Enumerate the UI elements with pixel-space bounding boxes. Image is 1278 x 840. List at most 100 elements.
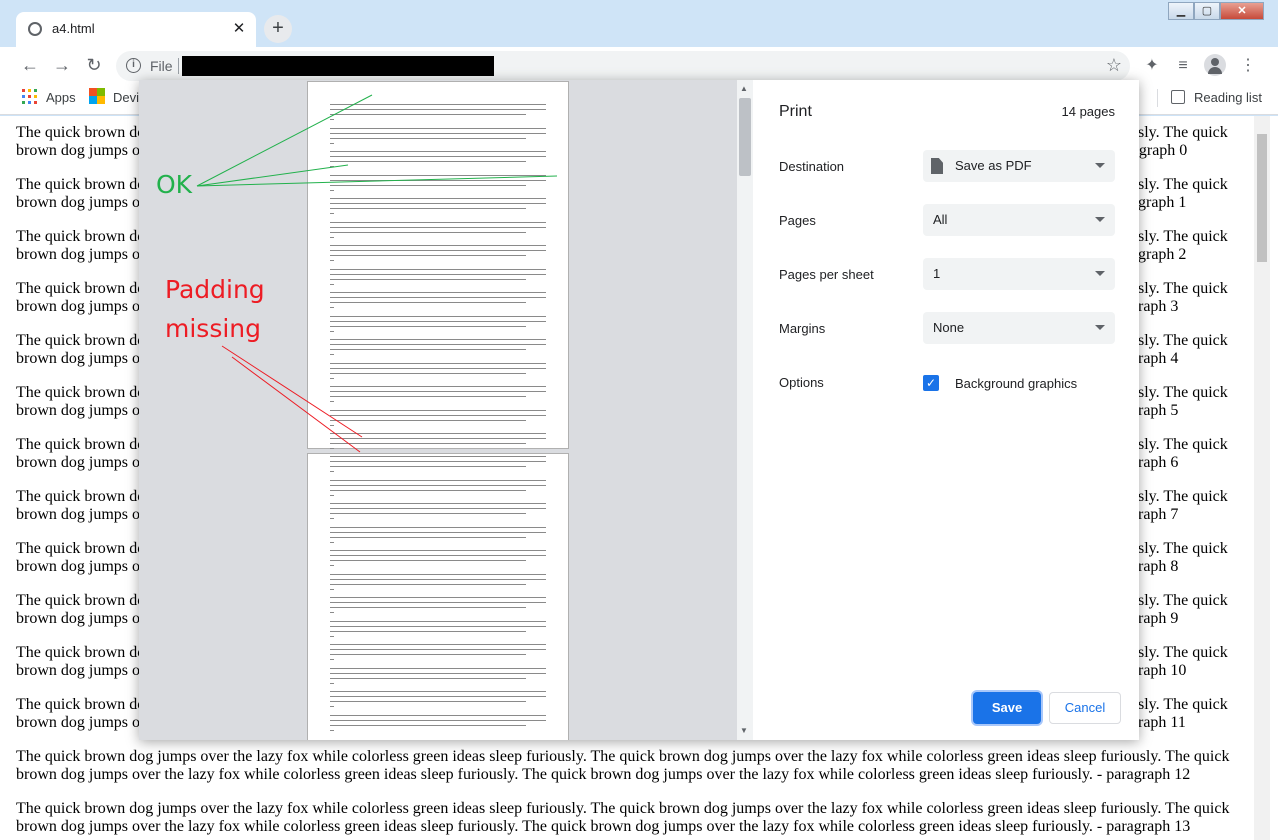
bookmarks-divider bbox=[1157, 89, 1158, 107]
paragraph-number: raph 6 bbox=[1138, 454, 1179, 471]
preview-text-line bbox=[330, 409, 546, 411]
destination-select[interactable]: Save as PDF bbox=[923, 150, 1115, 182]
preview-text-line bbox=[330, 588, 334, 590]
chevron-down-icon bbox=[1095, 217, 1105, 222]
save-button[interactable]: Save bbox=[973, 692, 1041, 724]
info-icon[interactable]: i bbox=[126, 58, 141, 73]
preview-text-line bbox=[330, 419, 526, 421]
cancel-button[interactable]: Cancel bbox=[1049, 692, 1121, 724]
avatar[interactable] bbox=[1204, 54, 1226, 76]
options-label: Options bbox=[779, 375, 824, 390]
paragraph-right-fragment: sly. The quick bbox=[1138, 436, 1228, 453]
margins-value: None bbox=[933, 320, 965, 335]
menu-icon[interactable]: ⋮ bbox=[1238, 56, 1258, 76]
url-redacted[interactable] bbox=[182, 56, 494, 76]
preview-text-line bbox=[330, 724, 526, 726]
preview-scrollbar[interactable]: ▲ ▼ bbox=[737, 80, 753, 740]
bookmark-apps[interactable]: Apps bbox=[46, 90, 76, 105]
preview-text-line bbox=[330, 696, 546, 697]
preview-text-line bbox=[330, 151, 546, 152]
background-graphics-label[interactable]: Background graphics bbox=[955, 376, 1077, 391]
preview-text-line bbox=[330, 484, 546, 486]
preview-scrollbar-thumb[interactable] bbox=[739, 98, 751, 176]
address-bar[interactable]: i File ☆ bbox=[116, 51, 1130, 81]
back-icon[interactable]: ← bbox=[20, 55, 40, 75]
page-scrollbar-thumb[interactable] bbox=[1257, 134, 1267, 262]
paragraph: The quick brown dog jumps over the lazy … bbox=[16, 800, 1246, 836]
preview-text-line bbox=[330, 391, 546, 392]
paragraph-left-fragment: The quick brown do bbox=[16, 540, 146, 557]
preview-text-line bbox=[330, 630, 526, 632]
preview-text-line bbox=[330, 526, 546, 528]
preview-text-line bbox=[330, 330, 334, 332]
preview-text-line bbox=[330, 448, 334, 449]
preview-text-line bbox=[330, 127, 546, 129]
preview-text-line bbox=[330, 377, 334, 379]
bookmark-devices[interactable]: Devi bbox=[113, 90, 139, 105]
preview-text-line bbox=[330, 612, 334, 613]
scroll-down-icon[interactable]: ▼ bbox=[740, 726, 748, 735]
paragraph-left-fragment: brown dog jumps o bbox=[16, 194, 140, 211]
preview-text-line bbox=[330, 682, 334, 684]
paragraph-left-fragment: The quick brown do bbox=[16, 696, 146, 713]
preview-text-line bbox=[330, 349, 526, 350]
paragraph-right-fragment: sly. The quick bbox=[1138, 228, 1228, 245]
scroll-up-icon[interactable]: ▲ bbox=[740, 84, 748, 93]
preview-text-line bbox=[330, 438, 546, 439]
preview-text-line bbox=[330, 137, 526, 139]
tab-a4[interactable]: a4.html ✕ bbox=[16, 12, 256, 47]
preview-text-line bbox=[330, 424, 334, 426]
preview-text-line bbox=[330, 260, 334, 261]
minimize-icon[interactable]: ▁ bbox=[1168, 2, 1194, 20]
close-tab-icon[interactable]: ✕ bbox=[230, 19, 248, 37]
media-queue-icon[interactable]: ≡ bbox=[1173, 56, 1193, 76]
paragraph-number: raph 10 bbox=[1138, 662, 1187, 679]
extensions-icon[interactable]: ✦ bbox=[1142, 56, 1162, 76]
new-tab-button[interactable]: + bbox=[264, 15, 292, 43]
preview-text-line bbox=[330, 278, 526, 280]
preview-text-line bbox=[330, 386, 546, 387]
annotation-padding-line2: missing bbox=[165, 314, 262, 343]
paragraph-number: raph 3 bbox=[1138, 298, 1179, 315]
preview-text-line bbox=[330, 706, 334, 707]
preview-text-line bbox=[330, 691, 546, 692]
paragraph-right-fragment: sly. The quick bbox=[1138, 644, 1228, 661]
preview-text-line bbox=[330, 325, 526, 327]
forward-icon[interactable]: → bbox=[52, 55, 72, 75]
preview-text-line bbox=[330, 508, 546, 509]
chevron-down-icon bbox=[1095, 325, 1105, 330]
background-graphics-checkbox[interactable]: ✓ bbox=[923, 375, 939, 391]
close-icon[interactable]: ✕ bbox=[1220, 2, 1264, 20]
pdf-file-icon bbox=[931, 158, 943, 174]
preview-text-line bbox=[330, 283, 334, 285]
preview-text-line bbox=[330, 307, 334, 308]
preview-text-line bbox=[330, 320, 546, 322]
preview-text-line bbox=[330, 494, 334, 496]
preview-text-line bbox=[330, 245, 546, 246]
window-controls: ▁ ▢ ✕ bbox=[1168, 2, 1264, 20]
margins-select[interactable]: None bbox=[923, 312, 1115, 344]
reading-list-icon[interactable] bbox=[1171, 90, 1185, 104]
paragraph-line: The quick brown dog jumps over the lazy … bbox=[16, 800, 1230, 817]
preview-text-line bbox=[330, 119, 334, 120]
pages-select[interactable]: All bbox=[923, 204, 1115, 236]
restore-icon[interactable]: ▢ bbox=[1194, 2, 1220, 20]
paragraph-number: graph 1 bbox=[1138, 194, 1187, 211]
reading-list-button[interactable]: Reading list bbox=[1194, 90, 1262, 105]
paragraph-left-fragment: brown dog jumps o bbox=[16, 246, 140, 263]
preview-text-line bbox=[330, 659, 334, 660]
preview-text-line bbox=[330, 471, 334, 472]
pages-value: All bbox=[933, 212, 948, 227]
paragraph-left-fragment: brown dog jumps o bbox=[16, 454, 140, 471]
preview-text-line bbox=[330, 161, 526, 162]
preview-text-line bbox=[330, 479, 546, 481]
paragraph-left-fragment: brown dog jumps o bbox=[16, 506, 140, 523]
pages-per-sheet-select[interactable]: 1 bbox=[923, 258, 1115, 290]
preview-text-line bbox=[330, 503, 546, 504]
preview-text-line bbox=[330, 719, 546, 721]
reload-icon[interactable]: ↻ bbox=[84, 55, 104, 75]
page-scrollbar[interactable] bbox=[1254, 116, 1270, 840]
paragraph-left-fragment: The quick brown do bbox=[16, 488, 146, 505]
apps-icon[interactable] bbox=[22, 89, 37, 104]
bookmark-star-icon[interactable]: ☆ bbox=[1106, 55, 1122, 76]
